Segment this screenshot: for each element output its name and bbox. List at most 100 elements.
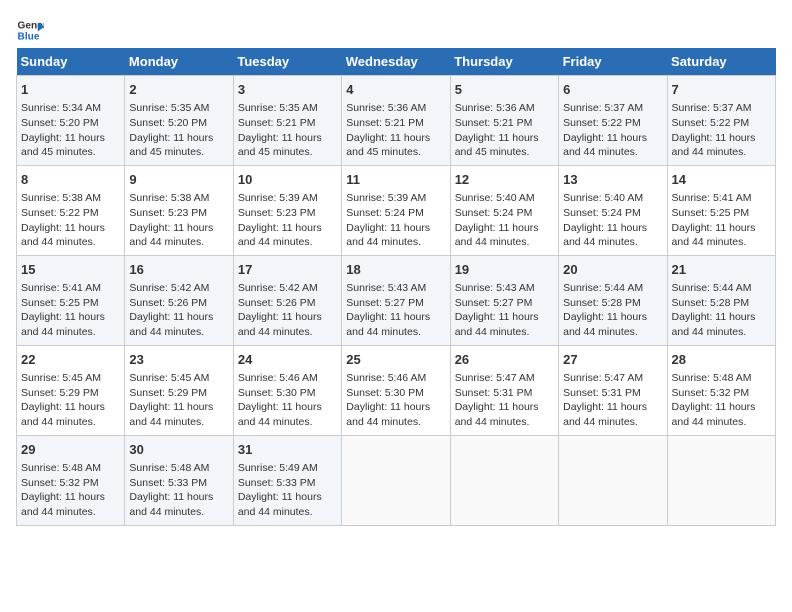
calendar-day-empty [667,435,775,525]
day-info: Sunrise: 5:48 AMSunset: 5:32 PMDaylight:… [672,371,771,430]
day-number: 9 [129,171,228,189]
calendar-day-20: 20 Sunrise: 5:44 AMSunset: 5:28 PMDayligh… [559,255,667,345]
day-number: 5 [455,81,554,99]
header-wednesday: Wednesday [342,48,450,76]
calendar-day-19: 19Sunrise: 5:43 AMSunset: 5:27 PMDayligh… [450,255,558,345]
day-info: Sunrise: 5:35 AMSunset: 5:20 PMDaylight:… [129,101,228,160]
calendar-day-11: 11 Sunrise: 5:39 AMSunset: 5:24 PMDayligh… [342,165,450,255]
day-number: 25 [346,351,445,369]
logo: General Blue [16,16,48,44]
calendar-day-22: 22Sunrise: 5:45 AMSunset: 5:29 PMDayligh… [17,345,125,435]
calendar-day-9: 9 Sunrise: 5:38 AMSunset: 5:23 PMDaylight… [125,165,233,255]
calendar-day-26: 26 Sunrise: 5:47 AMSunset: 5:31 PMDayligh… [450,345,558,435]
calendar-day-30: 30 Sunrise: 5:48 AMSunset: 5:33 PMDayligh… [125,435,233,525]
day-info: Sunrise: 5:35 AMSunset: 5:21 PMDaylight:… [238,101,337,160]
calendar-week-row: 29 Sunrise: 5:48 AMSunset: 5:32 PMDayligh… [17,435,776,525]
calendar-day-28: 28 Sunrise: 5:48 AMSunset: 5:32 PMDayligh… [667,345,775,435]
calendar-day-3: 3Sunrise: 5:35 AMSunset: 5:21 PMDaylight… [233,76,341,166]
day-number: 20 [563,261,662,279]
calendar-day-6: 6 Sunrise: 5:37 AMSunset: 5:22 PMDaylight… [559,76,667,166]
day-number: 23 [129,351,228,369]
calendar-day-24: 24 Sunrise: 5:46 AMSunset: 5:30 PMDayligh… [233,345,341,435]
day-number: 22 [21,351,120,369]
calendar-header-row: SundayMondayTuesdayWednesdayThursdayFrid… [17,48,776,76]
logo-icon: General Blue [16,16,44,44]
day-info: Sunrise: 5:36 AMSunset: 5:21 PMDaylight:… [455,101,554,160]
calendar-day-empty [559,435,667,525]
day-number: 14 [672,171,771,189]
day-info: Sunrise: 5:44 AMSunset: 5:28 PMDaylight:… [563,281,662,340]
day-info: Sunrise: 5:37 AMSunset: 5:22 PMDaylight:… [563,101,662,160]
calendar-day-17: 17 Sunrise: 5:42 AMSunset: 5:26 PMDayligh… [233,255,341,345]
day-number: 2 [129,81,228,99]
day-info: Sunrise: 5:47 AMSunset: 5:31 PMDaylight:… [455,371,554,430]
calendar-week-row: 15 Sunrise: 5:41 AMSunset: 5:25 PMDayligh… [17,255,776,345]
day-number: 11 [346,171,445,189]
calendar-day-5: 5 Sunrise: 5:36 AMSunset: 5:21 PMDaylight… [450,76,558,166]
day-number: 6 [563,81,662,99]
day-info: Sunrise: 5:37 AMSunset: 5:22 PMDaylight:… [672,101,771,160]
calendar-day-27: 27 Sunrise: 5:47 AMSunset: 5:31 PMDayligh… [559,345,667,435]
day-info: Sunrise: 5:47 AMSunset: 5:31 PMDaylight:… [563,371,662,430]
day-info: Sunrise: 5:38 AMSunset: 5:23 PMDaylight:… [129,191,228,250]
day-info: Sunrise: 5:46 AMSunset: 5:30 PMDaylight:… [346,371,445,430]
day-number: 1 [21,81,120,99]
calendar-day-14: 14 Sunrise: 5:41 AMSunset: 5:25 PMDayligh… [667,165,775,255]
calendar-week-row: 8Sunrise: 5:38 AMSunset: 5:22 PMDaylight… [17,165,776,255]
header-thursday: Thursday [450,48,558,76]
calendar-week-row: 1 Sunrise: 5:34 AMSunset: 5:20 PMDaylight… [17,76,776,166]
day-number: 26 [455,351,554,369]
svg-text:Blue: Blue [18,31,40,42]
calendar-day-12: 12 Sunrise: 5:40 AMSunset: 5:24 PMDayligh… [450,165,558,255]
day-info: Sunrise: 5:41 AMSunset: 5:25 PMDaylight:… [21,281,120,340]
day-number: 7 [672,81,771,99]
day-info: Sunrise: 5:36 AMSunset: 5:21 PMDaylight:… [346,101,445,160]
calendar-day-25: 25 Sunrise: 5:46 AMSunset: 5:30 PMDayligh… [342,345,450,435]
day-info: Sunrise: 5:46 AMSunset: 5:30 PMDaylight:… [238,371,337,430]
calendar-body: 1 Sunrise: 5:34 AMSunset: 5:20 PMDaylight… [17,76,776,526]
calendar-day-2: 2 Sunrise: 5:35 AMSunset: 5:20 PMDaylight… [125,76,233,166]
calendar-week-row: 22 Sunrise: 5:45 AMSunset: 5:29 PMDayligh… [17,345,776,435]
calendar-day-31: 31Sunrise: 5:49 AMSunset: 5:33 PMDayligh… [233,435,341,525]
header-sunday: Sunday [17,48,125,76]
day-number: 10 [238,171,337,189]
calendar-day-13: 13Sunrise: 5:40 AMSunset: 5:24 PMDayligh… [559,165,667,255]
day-info: Sunrise: 5:43 AMSunset: 5:27 PMDaylight:… [455,281,554,340]
calendar-day-23: 23 Sunrise: 5:45 AMSunset: 5:29 PMDayligh… [125,345,233,435]
day-number: 30 [129,441,228,459]
calendar-day-10: 10 Sunrise: 5:39 AMSunset: 5:23 PMDayligh… [233,165,341,255]
calendar-day-8: 8Sunrise: 5:38 AMSunset: 5:22 PMDaylight… [17,165,125,255]
day-number: 28 [672,351,771,369]
day-number: 16 [129,261,228,279]
header-friday: Friday [559,48,667,76]
day-info: Sunrise: 5:49 AMSunset: 5:33 PMDaylight:… [238,461,337,520]
day-info: Sunrise: 5:39 AMSunset: 5:23 PMDaylight:… [238,191,337,250]
day-info: Sunrise: 5:45 AMSunset: 5:29 PMDaylight:… [129,371,228,430]
header-tuesday: Tuesday [233,48,341,76]
calendar-day-1: 1 Sunrise: 5:34 AMSunset: 5:20 PMDaylight… [17,76,125,166]
day-info: Sunrise: 5:48 AMSunset: 5:33 PMDaylight:… [129,461,228,520]
day-number: 15 [21,261,120,279]
day-info: Sunrise: 5:44 AMSunset: 5:28 PMDaylight:… [672,281,771,340]
day-number: 21 [672,261,771,279]
day-info: Sunrise: 5:42 AMSunset: 5:26 PMDaylight:… [238,281,337,340]
calendar-day-empty [450,435,558,525]
day-info: Sunrise: 5:34 AMSunset: 5:20 PMDaylight:… [21,101,120,160]
header-saturday: Saturday [667,48,775,76]
day-number: 24 [238,351,337,369]
calendar-day-7: 7 Sunrise: 5:37 AMSunset: 5:22 PMDaylight… [667,76,775,166]
day-info: Sunrise: 5:40 AMSunset: 5:24 PMDaylight:… [455,191,554,250]
day-info: Sunrise: 5:41 AMSunset: 5:25 PMDaylight:… [672,191,771,250]
day-info: Sunrise: 5:42 AMSunset: 5:26 PMDaylight:… [129,281,228,340]
day-info: Sunrise: 5:40 AMSunset: 5:24 PMDaylight:… [563,191,662,250]
day-number: 29 [21,441,120,459]
day-number: 12 [455,171,554,189]
day-number: 27 [563,351,662,369]
day-info: Sunrise: 5:48 AMSunset: 5:32 PMDaylight:… [21,461,120,520]
calendar-day-15: 15 Sunrise: 5:41 AMSunset: 5:25 PMDayligh… [17,255,125,345]
header-monday: Monday [125,48,233,76]
day-info: Sunrise: 5:39 AMSunset: 5:24 PMDaylight:… [346,191,445,250]
day-number: 17 [238,261,337,279]
day-info: Sunrise: 5:43 AMSunset: 5:27 PMDaylight:… [346,281,445,340]
calendar-day-18: 18Sunrise: 5:43 AMSunset: 5:27 PMDayligh… [342,255,450,345]
